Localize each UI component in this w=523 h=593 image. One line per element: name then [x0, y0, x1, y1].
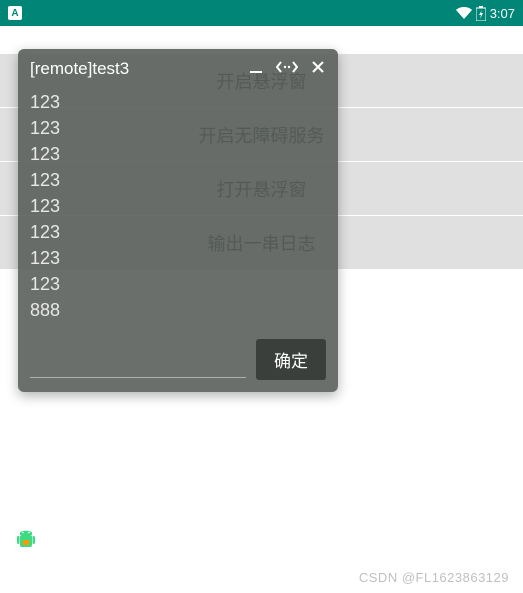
log-line: 123 [30, 219, 326, 245]
overlay-window[interactable]: [remote]test3 123 123 123 123 123 123 12… [18, 49, 338, 392]
battery-icon [476, 6, 486, 21]
log-line: 123 [30, 115, 326, 141]
resize-icon[interactable] [276, 59, 298, 80]
overlay-title: [remote]test3 [30, 59, 129, 79]
confirm-button[interactable]: 确定 [256, 339, 326, 380]
input-underline[interactable] [30, 377, 246, 378]
content-area: 开启悬浮窗 开启无障碍服务 打开悬浮窗 输出一串日志 [remote]test3 [0, 26, 523, 593]
status-time: 3:07 [490, 6, 515, 21]
overlay-footer: 确定 [18, 331, 338, 392]
log-line: 888 [30, 297, 326, 323]
log-line: 123 [30, 167, 326, 193]
android-robot-icon[interactable] [12, 525, 40, 553]
overlay-log-body: 123 123 123 123 123 123 123 123 888 [18, 89, 338, 331]
log-line: 123 [30, 245, 326, 271]
log-line: 123 [30, 89, 326, 115]
overlay-titlebar[interactable]: [remote]test3 [18, 49, 338, 89]
log-line: 123 [30, 271, 326, 297]
status-left: A [8, 6, 22, 20]
log-line: 123 [30, 193, 326, 219]
status-bar: A 3:07 [0, 0, 523, 26]
watermark: CSDN @FL1623863129 [359, 570, 509, 585]
wifi-icon [456, 7, 472, 19]
log-line: 123 [30, 141, 326, 167]
overlay-controls [248, 59, 326, 80]
status-right: 3:07 [456, 6, 515, 21]
close-icon[interactable] [310, 59, 326, 80]
keyboard-indicator-icon: A [8, 6, 22, 20]
minimize-icon[interactable] [248, 59, 264, 80]
